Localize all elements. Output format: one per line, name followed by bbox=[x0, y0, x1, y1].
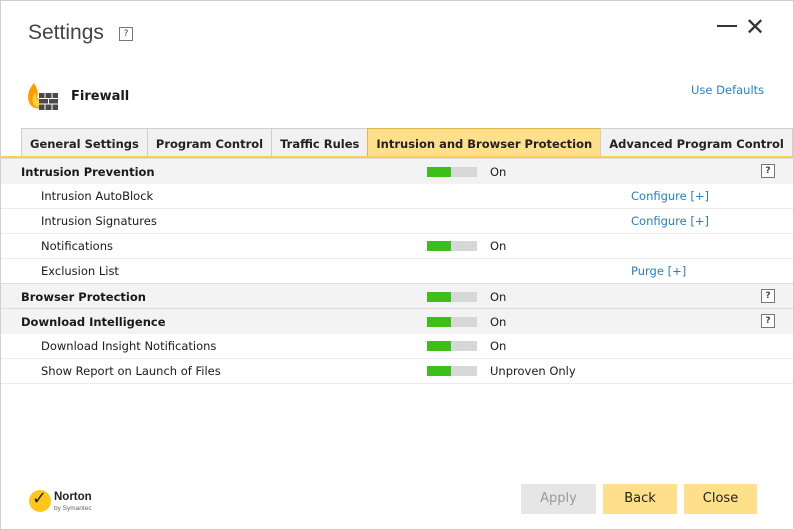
minimize-button[interactable] bbox=[717, 25, 737, 27]
settings-window: Settings ? ✕ Firewall Use Defaults Gener… bbox=[0, 0, 794, 530]
help-icon[interactable]: ? bbox=[761, 164, 775, 178]
brand-name: Norton bbox=[54, 491, 92, 503]
close-window-button[interactable]: ✕ bbox=[745, 13, 765, 41]
toggle-switch[interactable] bbox=[427, 167, 477, 177]
row-browser-protection: Browser Protection On ? bbox=[1, 283, 793, 309]
use-defaults-link[interactable]: Use Defaults bbox=[691, 83, 764, 97]
row-download-insight-notifications: Download Insight Notifications On bbox=[1, 333, 793, 359]
purge-link[interactable]: Purge [+] bbox=[631, 264, 686, 278]
row-label: Download Intelligence bbox=[21, 315, 166, 329]
row-download-intelligence: Download Intelligence On ? bbox=[1, 308, 793, 334]
window-title: Settings bbox=[28, 21, 104, 44]
apply-button[interactable]: Apply bbox=[521, 484, 596, 514]
row-label: Intrusion Prevention bbox=[21, 165, 155, 179]
firewall-icon bbox=[28, 83, 58, 110]
row-label: Intrusion AutoBlock bbox=[41, 189, 154, 203]
help-icon[interactable]: ? bbox=[761, 314, 775, 328]
back-button[interactable]: Back bbox=[603, 484, 677, 514]
tab-program-control[interactable]: Program Control bbox=[146, 128, 273, 157]
row-label: Exclusion List bbox=[41, 264, 119, 278]
tab-advanced-program-control[interactable]: Advanced Program Control bbox=[600, 128, 793, 157]
configure-link[interactable]: Configure [+] bbox=[631, 189, 709, 203]
toggle-switch[interactable] bbox=[427, 366, 477, 376]
section-title: Firewall bbox=[71, 89, 130, 104]
norton-logo: ✓ Norton by Symantec bbox=[29, 488, 109, 516]
brand-sub: by Symantec bbox=[54, 505, 92, 512]
tab-traffic-rules[interactable]: Traffic Rules bbox=[271, 128, 369, 157]
tab-general-settings[interactable]: General Settings bbox=[21, 128, 148, 157]
row-exclusion-list: Exclusion List Purge [+] bbox=[1, 258, 793, 284]
row-intrusion-signatures: Intrusion Signatures Configure [+] bbox=[1, 208, 793, 234]
toggle-state: Unproven Only bbox=[490, 364, 576, 378]
tab-intrusion-browser-protection[interactable]: Intrusion and Browser Protection bbox=[367, 128, 602, 157]
toggle-switch[interactable] bbox=[427, 341, 477, 351]
toggle-state: On bbox=[490, 290, 507, 304]
toggle-state: On bbox=[490, 165, 507, 179]
row-label: Browser Protection bbox=[21, 290, 146, 304]
row-intrusion-autoblock: Intrusion AutoBlock Configure [+] bbox=[1, 183, 793, 209]
toggle-switch[interactable] bbox=[427, 241, 477, 251]
toggle-state: On bbox=[490, 315, 507, 329]
row-intrusion-prevention: Intrusion Prevention On ? bbox=[1, 158, 793, 184]
help-icon[interactable]: ? bbox=[761, 289, 775, 303]
row-label: Notifications bbox=[41, 239, 113, 253]
toggle-switch[interactable] bbox=[427, 292, 477, 302]
tab-bar: General Settings Program Control Traffic… bbox=[21, 128, 793, 157]
row-show-report-on-launch: Show Report on Launch of Files Unproven … bbox=[1, 358, 793, 384]
help-icon[interactable]: ? bbox=[119, 27, 133, 41]
check-icon: ✓ bbox=[29, 488, 51, 512]
row-label: Download Insight Notifications bbox=[41, 339, 217, 353]
configure-link[interactable]: Configure [+] bbox=[631, 214, 709, 228]
toggle-state: On bbox=[490, 239, 507, 253]
close-button[interactable]: Close bbox=[684, 484, 757, 514]
row-label: Show Report on Launch of Files bbox=[41, 364, 221, 378]
row-notifications: Notifications On bbox=[1, 233, 793, 259]
toggle-state: On bbox=[490, 339, 507, 353]
row-label: Intrusion Signatures bbox=[41, 214, 157, 228]
toggle-switch[interactable] bbox=[427, 317, 477, 327]
